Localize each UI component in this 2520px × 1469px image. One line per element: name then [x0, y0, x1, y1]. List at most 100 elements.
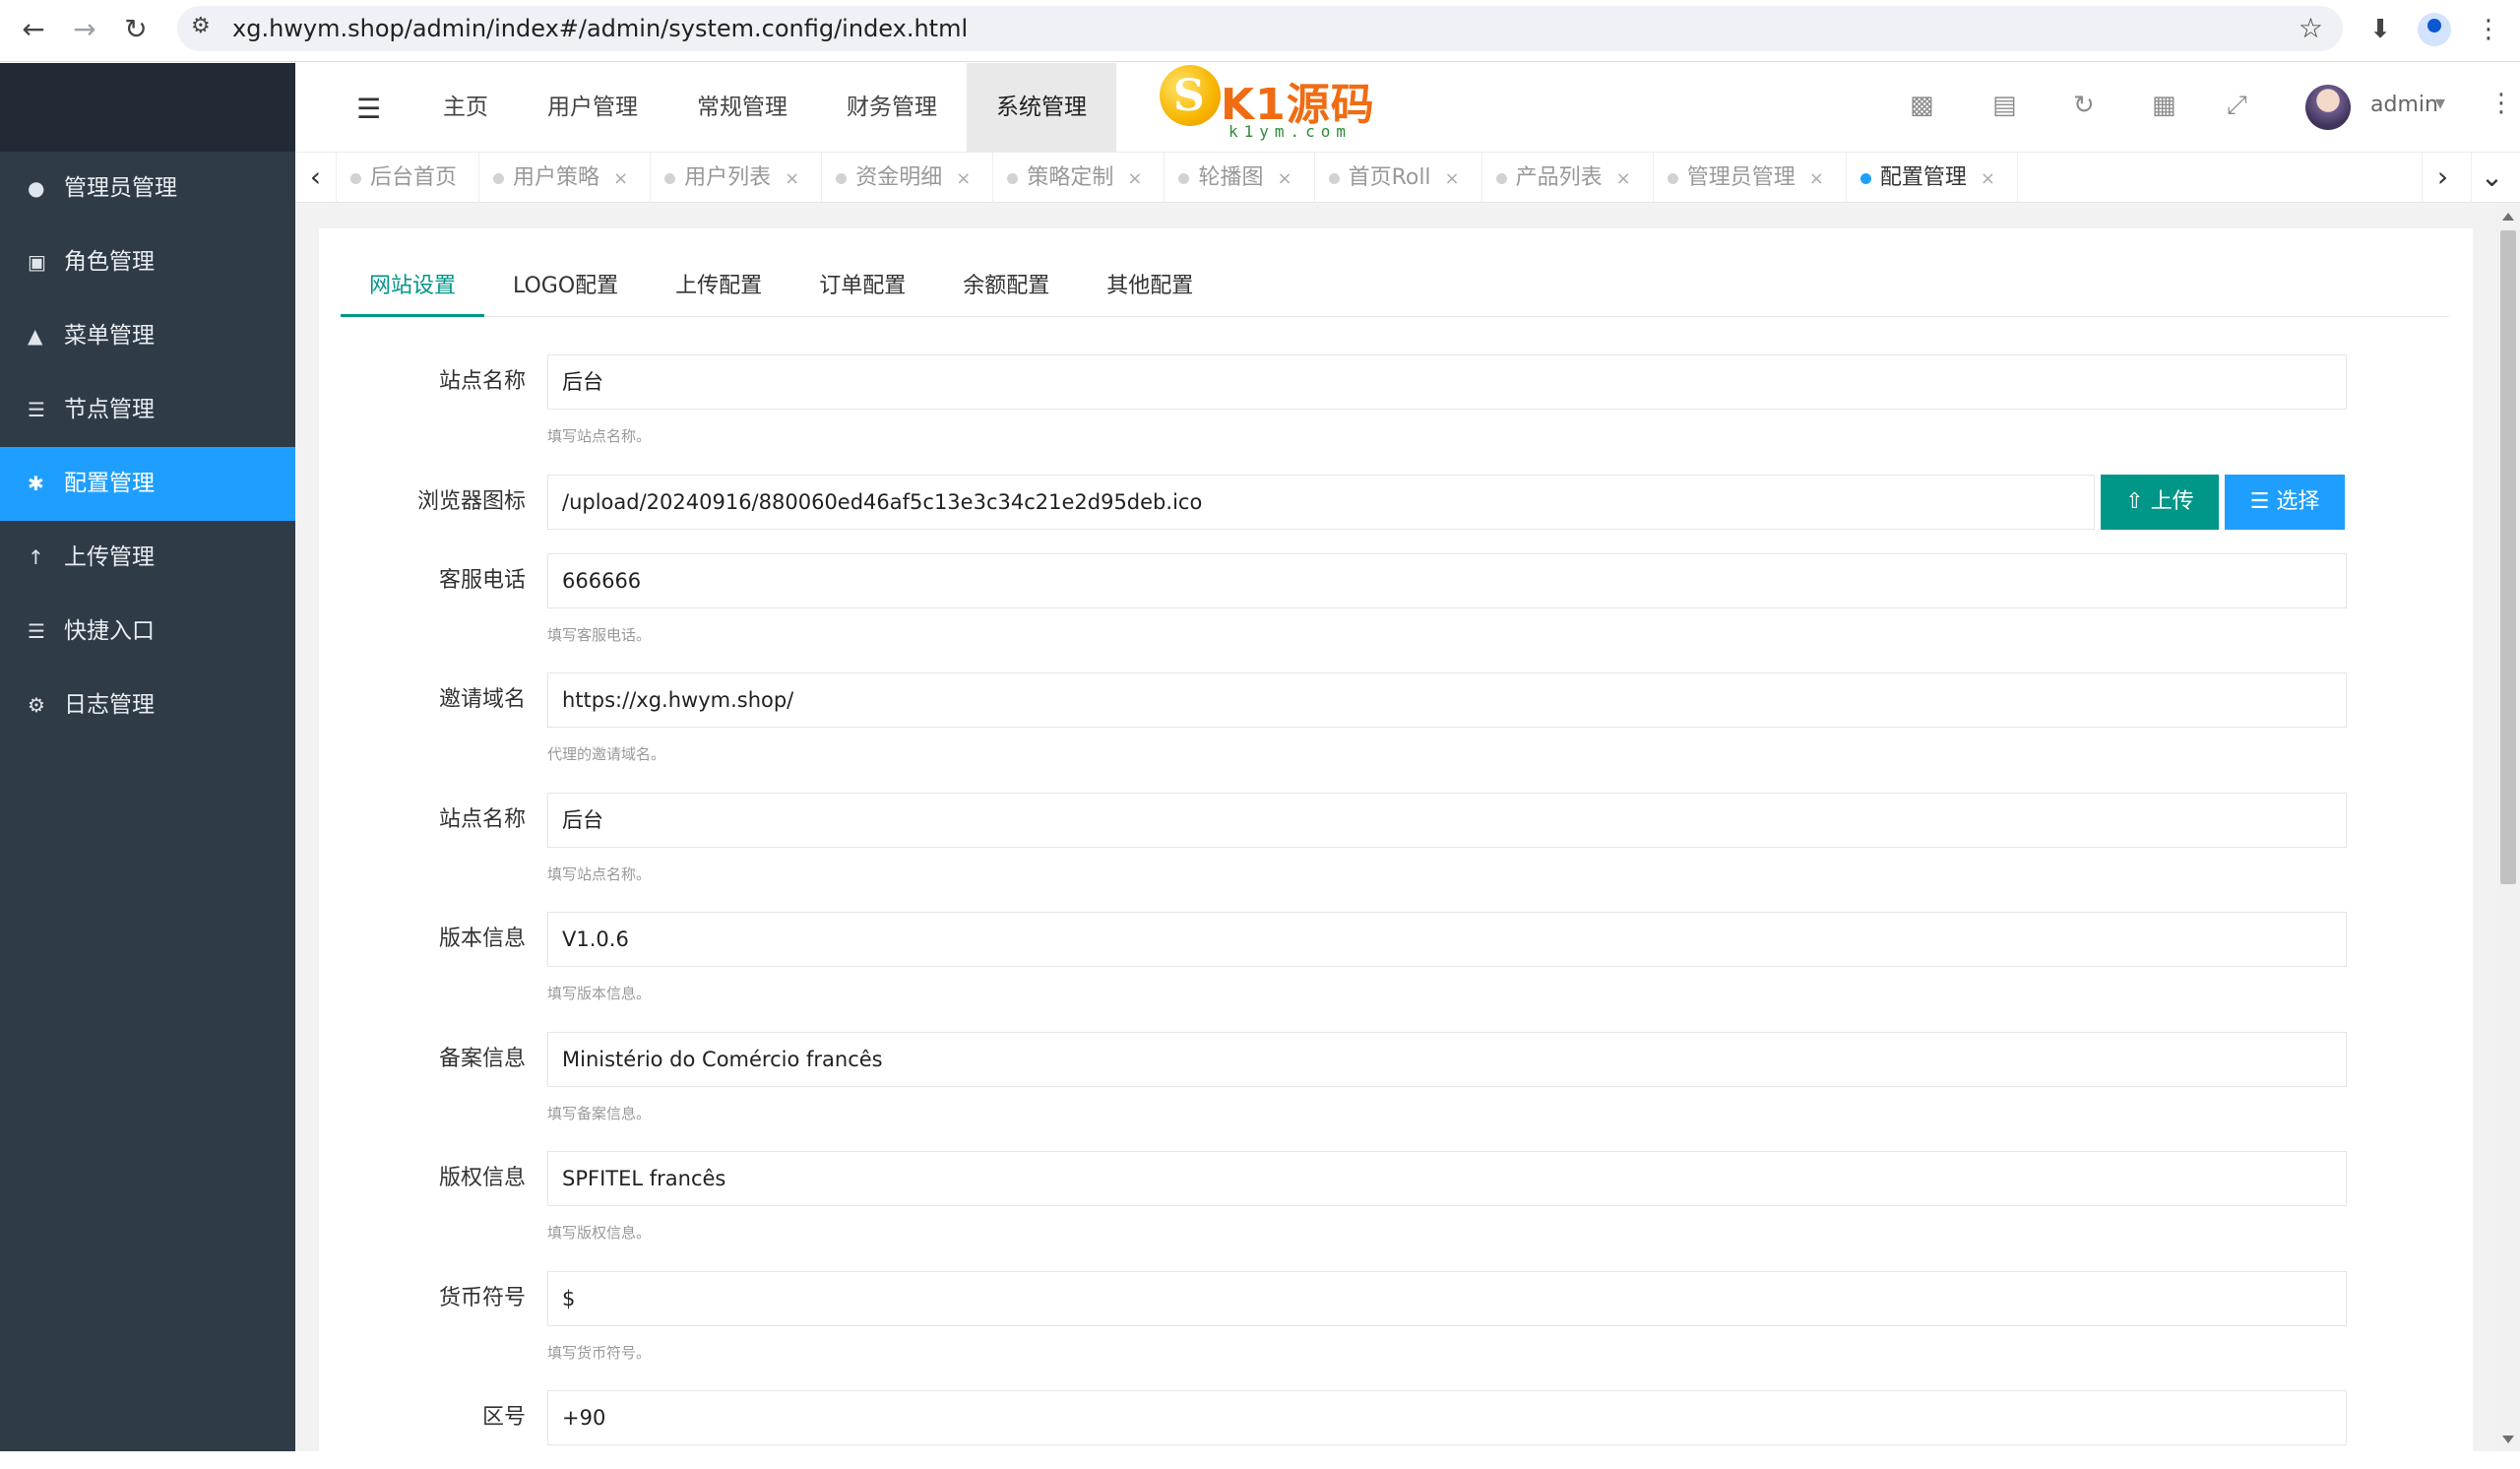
close-icon[interactable]: ×: [1445, 154, 1460, 205]
tabs-scroll-right-icon[interactable]: ›: [2422, 153, 2463, 204]
sidebar-item-menus[interactable]: ▲ 菜单管理: [0, 299, 295, 373]
more-icon[interactable]: ⋮: [2488, 89, 2514, 118]
tab-other-config[interactable]: 其他配置: [1078, 268, 1222, 317]
site-settings-icon[interactable]: ⚙: [191, 14, 211, 38]
field-hint: 填写客服电话。: [547, 626, 652, 644]
site-name-input-2[interactable]: 后台: [547, 793, 2347, 848]
menu-toggle-icon[interactable]: ☰: [356, 93, 381, 125]
top-nav-general[interactable]: 常规管理: [667, 63, 817, 152]
sidebar-item-config[interactable]: ✱ 配置管理: [0, 447, 295, 521]
close-icon[interactable]: ×: [1616, 154, 1631, 205]
top-nav-users[interactable]: 用户管理: [518, 63, 667, 152]
sidebar-logo-area: [0, 63, 295, 152]
page-tab[interactable]: 产品列表 ×: [1482, 153, 1654, 204]
page-tab[interactable]: 首页Roll ×: [1315, 153, 1482, 204]
sidebar: ● 管理员管理 ▣ 角色管理 ▲ 菜单管理 ☰ 节点管理 ✱ 配置管理 ↑ 上传…: [0, 63, 295, 1451]
page-tab[interactable]: 管理员管理 ×: [1654, 153, 1847, 204]
record-input[interactable]: Ministério do Comércio francês: [547, 1032, 2347, 1087]
chevron-down-icon[interactable]: ▾: [2435, 91, 2445, 114]
top-header: ☰ 主页 用户管理 常规管理 财务管理 系统管理 S K1源码 k1ym.com…: [295, 63, 2520, 152]
close-icon[interactable]: ×: [1981, 154, 1995, 205]
address-bar[interactable]: ⚙ xg.hwym.shop/admin/index#/admin/system…: [177, 6, 2343, 51]
chart-icon[interactable]: ▩: [1910, 91, 1934, 120]
trash-icon[interactable]: ▦: [2152, 91, 2176, 120]
page-tab[interactable]: 后台首页: [337, 153, 480, 204]
page-tabs-bar: ‹ 后台首页 用户策略 × 用户列表 × 资金明细 × 策略定制 × 轮播图 × 首页Ro…: [295, 152, 2520, 204]
sidebar-item-nodes[interactable]: ☰ 节点管理: [0, 373, 295, 447]
tab-site-settings[interactable]: 网站设置: [341, 268, 485, 317]
top-nav-system[interactable]: 系统管理: [967, 63, 1116, 152]
profile-icon[interactable]: [2415, 10, 2454, 49]
tabs-dropdown-icon[interactable]: ⌄: [2471, 153, 2512, 204]
back-icon[interactable]: ←: [14, 10, 53, 49]
copyright-input[interactable]: SPFITEL francês: [547, 1151, 2347, 1206]
close-icon[interactable]: ×: [785, 154, 799, 205]
page-tab-active[interactable]: 配置管理 ×: [1847, 153, 2018, 204]
arrow-up-icon: ↑: [28, 545, 44, 569]
reload-icon[interactable]: ↻: [116, 10, 156, 49]
field-hint: 填写备案信息。: [547, 1105, 652, 1122]
config-card: 网站设置 LOGO配置 上传配置 订单配置 余额配置 其他配置 站点名称 后台 …: [319, 228, 2473, 1469]
close-icon[interactable]: ×: [956, 154, 971, 205]
page-tab[interactable]: 用户列表 ×: [651, 153, 823, 205]
currency-input[interactable]: $: [547, 1271, 2347, 1326]
avatar[interactable]: [2305, 85, 2351, 130]
field-label: 客服电话: [438, 568, 526, 593]
top-nav-finance[interactable]: 财务管理: [817, 63, 967, 152]
field-label: 版本信息: [438, 926, 526, 951]
card-icon[interactable]: ▤: [1992, 91, 2017, 120]
page-tabs: 后台首页 用户策略 × 用户列表 × 资金明细 × 策略定制 × 轮播图 × 首页Roll…: [337, 153, 2018, 204]
sidebar-item-label: 快捷入口: [64, 618, 155, 644]
field-hint: 代理的邀请域名。: [547, 745, 666, 763]
page-tab[interactable]: 策略定制 ×: [993, 153, 1166, 205]
close-icon[interactable]: ×: [1277, 154, 1292, 205]
field-label: 邀请域名: [438, 687, 526, 712]
admin-username[interactable]: admin: [2370, 93, 2438, 117]
version-input[interactable]: V1.0.6: [547, 912, 2347, 967]
sidebar-item-admin[interactable]: ● 管理员管理: [0, 152, 295, 225]
close-icon[interactable]: ×: [1809, 154, 1824, 205]
page-tab[interactable]: 用户策略 ×: [479, 153, 652, 205]
sidebar-item-label: 日志管理: [64, 692, 155, 718]
scroll-up-icon[interactable]: [2502, 213, 2514, 221]
page-tab-label: 首页Roll: [1348, 165, 1431, 190]
bookmark-star-icon[interactable]: ☆: [2299, 12, 2323, 44]
scroll-thumb[interactable]: [2500, 230, 2516, 884]
service-phone-input[interactable]: 666666: [547, 553, 2347, 608]
browser-toolbar: ← → ↻ ⚙ xg.hwym.shop/admin/index#/admin/…: [0, 0, 2520, 62]
sidebar-item-logs[interactable]: ⚙ 日志管理: [0, 669, 295, 742]
sidebar-item-label: 节点管理: [64, 397, 155, 422]
favicon-input[interactable]: /upload/20240916/880060ed46af5c13e3c34c2…: [547, 475, 2095, 530]
user-icon: ●: [28, 176, 45, 200]
tab-upload-config[interactable]: 上传配置: [647, 268, 790, 317]
close-icon[interactable]: ×: [613, 154, 628, 205]
tabs-scroll-left-icon[interactable]: ‹: [295, 153, 337, 204]
scroll-down-icon[interactable]: [2502, 1436, 2514, 1443]
select-button[interactable]: ☰ 选择: [2225, 475, 2345, 530]
tab-order-config[interactable]: 订单配置: [790, 268, 934, 317]
sidebar-item-roles[interactable]: ▣ 角色管理: [0, 225, 295, 299]
upload-button[interactable]: ⇧ 上传: [2101, 475, 2219, 530]
refresh-icon[interactable]: ↻: [2073, 91, 2095, 120]
sidebar-item-shortcuts[interactable]: ☰ 快捷入口: [0, 595, 295, 669]
page-tab[interactable]: 轮播图 ×: [1165, 153, 1315, 205]
field-label: 站点名称: [438, 807, 526, 832]
scrollbar[interactable]: [2496, 203, 2520, 1451]
fullscreen-icon[interactable]: ⤢: [2227, 91, 2247, 121]
close-icon[interactable]: ×: [1127, 154, 1142, 205]
download-icon[interactable]: ⬇: [2361, 10, 2400, 49]
page-tab[interactable]: 资金明细 ×: [822, 153, 994, 205]
tab-balance-config[interactable]: 余额配置: [934, 268, 1078, 317]
area-code-input[interactable]: +90: [547, 1390, 2347, 1445]
top-nav-home[interactable]: 主页: [413, 63, 518, 152]
invite-domain-input[interactable]: https://xg.hwym.shop/: [547, 672, 2347, 728]
forward-icon[interactable]: →: [65, 10, 104, 49]
sidebar-item-label: 角色管理: [64, 249, 155, 275]
field-label: 浏览器图标: [416, 489, 526, 514]
chrome-menu-icon[interactable]: ⋮: [2469, 10, 2508, 49]
sidebar-item-uploads[interactable]: ↑ 上传管理: [0, 521, 295, 595]
site-name-input[interactable]: 后台: [547, 354, 2347, 410]
gear-icon: ⚙: [28, 693, 45, 717]
url-text[interactable]: xg.hwym.shop/admin/index#/admin/system.c…: [232, 15, 968, 42]
tab-logo-config[interactable]: LOGO配置: [484, 268, 647, 317]
